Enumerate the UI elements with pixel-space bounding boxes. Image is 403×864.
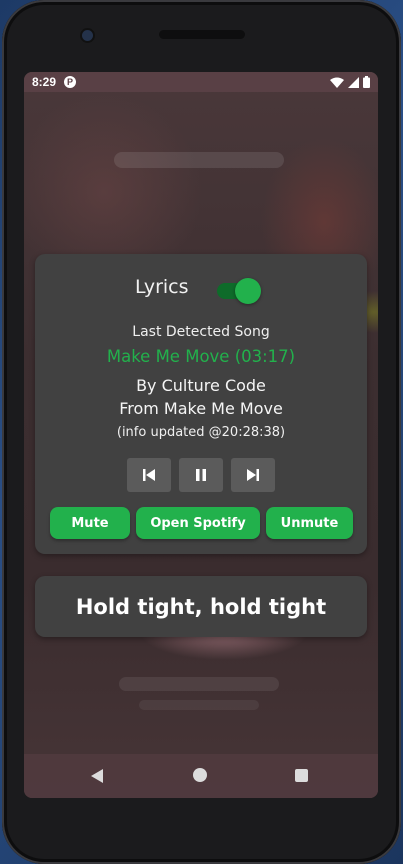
current-lyric-card: Hold tight, hold tight — [35, 576, 367, 637]
now-playing-card: Lyrics Last Detected Song Make Me Move (… — [35, 254, 367, 554]
lyrics-toggle-row: Lyrics — [35, 274, 367, 304]
next-track-button[interactable] — [231, 458, 275, 492]
pause-button[interactable] — [179, 458, 223, 492]
status-icons — [330, 76, 370, 88]
toggle-thumb — [235, 278, 261, 304]
skip-previous-icon — [143, 469, 155, 481]
album-line: From Make Me Move — [119, 399, 283, 418]
artist-line: By Culture Code — [136, 376, 266, 395]
blurred-background-text — [139, 700, 259, 710]
last-detected-label: Last Detected Song — [132, 324, 270, 340]
front-camera — [82, 30, 93, 41]
current-lyric-line: Hold tight, hold tight — [75, 594, 327, 619]
screen: 8:29 P Lyrics Last Detected Song Make Me… — [24, 72, 378, 798]
home-circle-icon[interactable] — [193, 768, 207, 782]
previous-track-button[interactable] — [127, 458, 171, 492]
back-triangle-icon[interactable] — [90, 768, 104, 784]
battery-icon — [363, 76, 370, 88]
navigation-bar — [24, 754, 378, 798]
cell-signal-icon — [348, 76, 359, 88]
song-title: Make Me Move (03:17) — [106, 347, 296, 366]
status-bar: 8:29 P — [24, 72, 378, 92]
lyrics-label: Lyrics — [135, 276, 189, 298]
blurred-background-text — [119, 677, 279, 691]
mute-button[interactable]: Mute — [50, 507, 130, 539]
blurred-background-text — [114, 152, 284, 168]
skip-next-icon — [247, 469, 259, 481]
wifi-icon — [330, 77, 344, 88]
phone-frame: 8:29 P Lyrics Last Detected Song Make Me… — [2, 0, 401, 864]
notification-app-icon: P — [64, 76, 77, 88]
status-time: 8:29 — [32, 75, 57, 89]
recents-square-icon[interactable] — [295, 769, 308, 782]
pause-icon — [196, 469, 206, 481]
info-updated-timestamp: (info updated @20:28:38) — [116, 425, 286, 440]
earpiece-speaker — [159, 30, 245, 39]
playback-controls — [35, 458, 367, 492]
lyrics-toggle[interactable] — [217, 278, 261, 304]
action-buttons: Mute Open Spotify Unmute — [35, 507, 367, 539]
unmute-button[interactable]: Unmute — [266, 507, 353, 539]
open-spotify-button[interactable]: Open Spotify — [136, 507, 260, 539]
